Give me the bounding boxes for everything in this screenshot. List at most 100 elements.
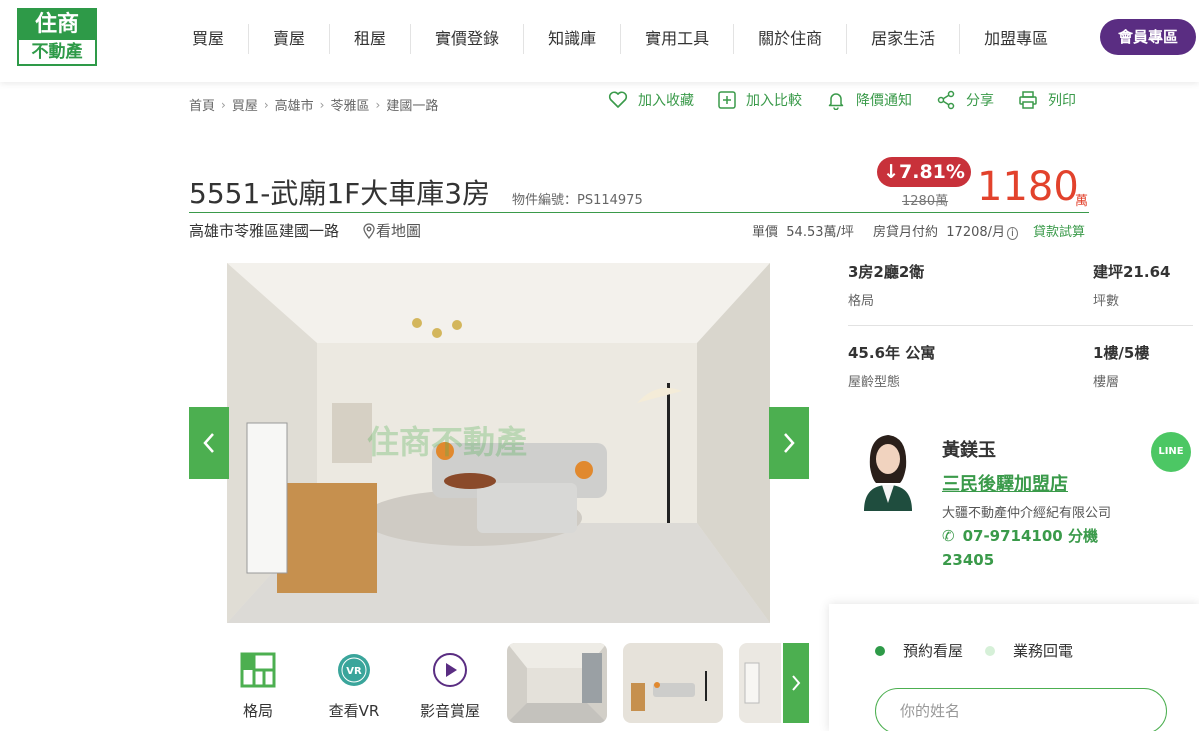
member-area-button[interactable]: 會員專區 xyxy=(1100,19,1196,55)
nav-about[interactable]: 關於住商 xyxy=(734,24,848,54)
down-arrow-icon: ↓ xyxy=(883,161,899,183)
loan-calculator-link[interactable]: 貸款試算 xyxy=(1033,221,1085,240)
discount-badge: ↓7.81% xyxy=(877,157,971,187)
bell-icon xyxy=(828,93,844,110)
spec-age-label: 屋齡型態 xyxy=(848,375,901,390)
price-alert-label: 降價通知 xyxy=(856,93,912,109)
nav-franchise[interactable]: 加盟專區 xyxy=(960,24,1072,54)
object-number: 物件編號：PS114975 xyxy=(512,193,643,208)
next-thumbnails-button[interactable] xyxy=(783,643,809,723)
add-compare-button[interactable]: 加入比較 xyxy=(718,90,802,110)
discount-value: 7.81% xyxy=(899,161,965,183)
spec-age-value: 45.6年 公寓 xyxy=(848,344,936,362)
nav-knowledge[interactable]: 知識庫 xyxy=(524,24,622,54)
breadcrumb: 首頁 › 買屋 › 高雄市 › 苓雅區 › 建國一路 xyxy=(189,95,438,115)
photo-thumbnail[interactable] xyxy=(507,643,607,723)
play-icon xyxy=(433,653,467,687)
nav-price-registry[interactable]: 實價登錄 xyxy=(411,24,525,54)
chevron-right-icon: › xyxy=(221,97,226,112)
spec-area-label: 坪數 xyxy=(1093,294,1120,309)
video-tour-label: 影音賞屋 xyxy=(419,702,480,720)
main-nav: 買屋 賣屋 租屋 實價登錄 知識庫 實用工具 關於住商 居家生活 加盟專區 xyxy=(168,24,1072,54)
plus-square-icon xyxy=(718,91,736,109)
breadcrumb-road[interactable]: 建國一路 xyxy=(386,95,438,114)
info-icon[interactable]: i xyxy=(1007,227,1018,240)
add-compare-label: 加入比較 xyxy=(746,93,802,109)
spec-layout-value: 3房2廳2衛 xyxy=(848,263,925,281)
breadcrumb-district[interactable]: 苓雅區 xyxy=(330,95,369,114)
share-label: 分享 xyxy=(966,93,994,109)
nav-sell[interactable]: 賣屋 xyxy=(249,24,331,54)
nav-home-life[interactable]: 居家生活 xyxy=(847,24,961,54)
living-room-image: 住商不動產 xyxy=(227,263,770,623)
chevron-left-icon xyxy=(203,433,214,453)
price-alert-button[interactable]: 降價通知 xyxy=(826,90,912,110)
add-favorite-label: 加入收藏 xyxy=(638,93,694,109)
unit-price-value: 54.53萬/坪 xyxy=(786,225,854,240)
phone-icon: ✆ xyxy=(942,527,955,545)
add-favorite-button[interactable]: 加入收藏 xyxy=(608,90,694,110)
next-photo-button[interactable] xyxy=(769,407,809,479)
share-button[interactable]: 分享 xyxy=(936,90,994,110)
agent-avatar[interactable] xyxy=(856,427,920,511)
agent-name: 黃鎂玉 xyxy=(942,440,996,461)
price-unit: 萬 xyxy=(1075,194,1089,209)
chevron-right-icon xyxy=(792,675,801,691)
unit-price: 單價 54.53萬/坪 xyxy=(752,221,854,240)
line-contact-button[interactable]: LINE xyxy=(1151,432,1191,472)
unit-price-label: 單價 xyxy=(752,225,779,240)
breadcrumb-home[interactable]: 首頁 xyxy=(189,95,215,114)
site-logo[interactable]: 住商 不動產 xyxy=(17,8,97,66)
heart-icon xyxy=(608,91,628,108)
nav-tools[interactable]: 實用工具 xyxy=(621,24,735,54)
spec-divider xyxy=(848,325,1193,326)
nav-rent[interactable]: 租屋 xyxy=(330,24,412,54)
chevron-right-icon xyxy=(784,433,795,453)
logo-top-text: 住商 xyxy=(19,10,95,40)
print-button[interactable]: 列印 xyxy=(1018,90,1076,110)
listing-price: 1180 xyxy=(977,164,1079,210)
line-icon: LINE xyxy=(1158,446,1184,457)
spec-area-value: 建坪21.64 xyxy=(1093,263,1171,281)
share-icon xyxy=(937,90,955,110)
nav-buy[interactable]: 買屋 xyxy=(168,24,250,54)
vr-button[interactable]: VR 查看VR xyxy=(314,652,394,721)
print-label: 列印 xyxy=(1048,93,1076,109)
tab-active-dot xyxy=(875,645,885,656)
floorplan-label: 格局 xyxy=(242,702,273,720)
tab-inactive-dot xyxy=(985,645,995,656)
vr-label: 查看VR xyxy=(328,702,380,720)
view-map-link[interactable]: 看地圖 xyxy=(362,220,421,241)
listing-title: 5551-武廟1F大車庫3房 xyxy=(189,177,491,210)
monthly-payment: 房貸月付約 17208/月 i xyxy=(873,221,1018,240)
floorplan-button[interactable]: 格局 xyxy=(218,652,298,721)
tab-book-viewing[interactable]: 預約看屋 xyxy=(875,640,963,661)
agent-phone[interactable]: ✆ 07-9714100 分機 23405 xyxy=(942,524,1112,572)
video-tour-button[interactable]: 影音賞屋 xyxy=(410,652,490,721)
thumbnail-image xyxy=(507,643,607,723)
agent-company: 大疆不動產仲介經紀有限公司 xyxy=(942,506,1112,521)
agent-store-link[interactable]: 三民後驛加盟店 xyxy=(942,470,1068,496)
breadcrumb-buy[interactable]: 買屋 xyxy=(232,95,258,114)
chevron-right-icon: › xyxy=(375,97,381,112)
tab-callback-label: 業務回電 xyxy=(1013,642,1074,660)
vr-badge-text: VR xyxy=(346,666,362,677)
monthly-value: 17208/月 xyxy=(946,225,1006,240)
tab-callback[interactable]: 業務回電 xyxy=(985,640,1073,661)
chevron-right-icon: › xyxy=(263,97,269,112)
main-photo[interactable]: 住商不動產 xyxy=(227,263,770,623)
print-icon xyxy=(1019,91,1037,109)
logo-bottom-text: 不動產 xyxy=(31,42,83,62)
breadcrumb-city[interactable]: 高雄市 xyxy=(275,95,314,114)
name-input[interactable]: 你的姓名 xyxy=(875,688,1167,731)
listing-address: 高雄市苓雅區建國一路 xyxy=(189,222,340,240)
thumbnail-image xyxy=(739,643,781,723)
original-price: 1280萬 xyxy=(902,194,949,209)
prev-photo-button[interactable] xyxy=(189,407,229,479)
photo-thumbnail[interactable] xyxy=(623,643,723,723)
title-divider xyxy=(189,212,1089,213)
spec-layout-label: 格局 xyxy=(848,294,875,309)
monthly-label: 房貸月付約 xyxy=(873,225,939,240)
contact-form-card: 預約看屋 業務回電 你的姓名 xyxy=(829,604,1199,731)
photo-thumbnail[interactable] xyxy=(739,643,781,723)
